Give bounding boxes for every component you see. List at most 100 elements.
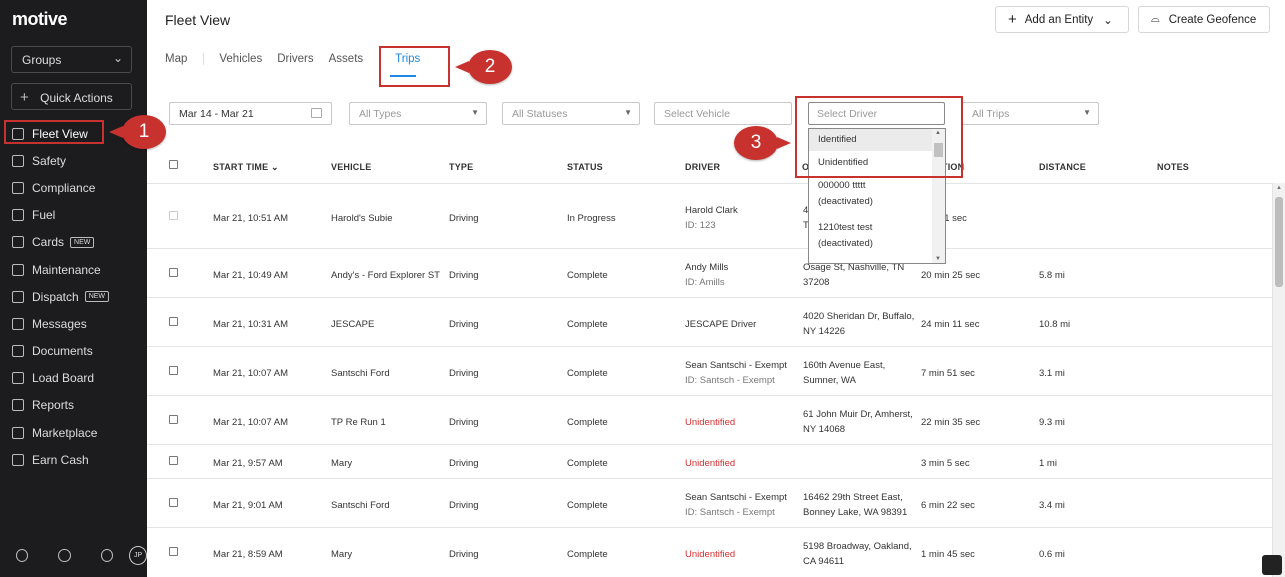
box-icon <box>12 426 24 439</box>
card-icon <box>12 236 24 249</box>
row-checkbox[interactable] <box>169 211 178 220</box>
sidebar-item-messages[interactable]: Messages <box>0 310 147 337</box>
cell-type: Driving <box>449 213 479 224</box>
header-vehicle: VEHICLE <box>331 162 372 172</box>
new-badge: NEW <box>70 236 95 248</box>
cell-distance: 5.8 mi <box>1039 270 1065 281</box>
row-checkbox[interactable] <box>169 498 178 507</box>
statuses-select[interactable]: All Statuses ▼ <box>502 102 640 125</box>
driver-option-sub: (deactivated) <box>818 238 873 249</box>
sidebar-item-dispatch[interactable]: Dispatch NEW <box>0 283 147 310</box>
cell-distance: 3.4 mi <box>1039 500 1065 511</box>
user-settings-icon[interactable] <box>16 549 29 562</box>
table-row[interactable]: Mar 21, 9:57 AM Mary Driving Complete Uniden… <box>147 444 1272 478</box>
bell-icon[interactable] <box>100 549 114 562</box>
groups-select[interactable]: Groups ⌄ <box>11 46 132 73</box>
sidebar-item-reports[interactable]: Reports <box>0 392 147 419</box>
sidebar-item-load-board[interactable]: Load Board <box>0 365 147 392</box>
scrollbar-thumb[interactable] <box>1275 197 1283 287</box>
header-distance: DISTANCE <box>1039 162 1086 172</box>
cell-origin: 5198 Broadway, Oakland, <box>803 541 912 552</box>
caret-down-icon: ▼ <box>624 108 632 117</box>
sidebar-item-earn-cash[interactable]: Earn Cash <box>0 446 147 473</box>
cell-duration: 1 min 45 sec <box>921 549 975 560</box>
sidebar-item-documents[interactable]: Documents <box>0 338 147 365</box>
assistant-widget-icon[interactable] <box>1262 555 1282 575</box>
sidebar-item-label: Dispatch <box>32 289 79 304</box>
cell-start-time: Mar 21, 10:07 AM <box>213 417 288 428</box>
types-select[interactable]: All Types ▼ <box>349 102 487 125</box>
tab-vehicles[interactable]: Vehicles <box>219 53 262 65</box>
statuses-value: All Statuses <box>512 108 568 120</box>
avatar[interactable]: JP <box>129 546 148 565</box>
cell-start-time: Mar 21, 10:07 AM <box>213 368 288 379</box>
select-all-checkbox[interactable] <box>169 160 178 169</box>
sidebar-item-maintenance[interactable]: Maintenance <box>0 256 147 283</box>
tab-assets[interactable]: Assets <box>329 53 364 65</box>
table-scrollbar[interactable]: ▲ <box>1272 183 1285 577</box>
trips-select[interactable]: All Trips ▼ <box>962 102 1099 125</box>
header-status: STATUS <box>567 162 603 172</box>
motive-logo: motive <box>12 9 68 29</box>
callout-3: 3 <box>734 126 791 160</box>
row-checkbox[interactable] <box>169 317 178 326</box>
table-row[interactable]: Mar 21, 8:59 AM Mary Driving Complete Uniden… <box>147 527 1272 577</box>
help-icon[interactable] <box>58 549 71 562</box>
table-row[interactable]: Mar 21, 9:01 AM Santschi Ford Driving Compl… <box>147 478 1272 527</box>
scroll-up-icon[interactable]: ▲ <box>1276 185 1282 191</box>
cell-origin: NY 14226 <box>803 326 846 337</box>
cell-distance: 1 mi <box>1039 458 1057 469</box>
sidebar-item-fuel[interactable]: Fuel <box>0 202 147 229</box>
date-range-value: Mar 14 - Mar 21 <box>179 108 254 120</box>
table-row[interactable]: Mar 21, 10:51 AM Harold's Subie Driving In … <box>147 183 1272 248</box>
cell-distance: 10.8 mi <box>1039 319 1071 330</box>
create-geofence-button[interactable]: ⌓ Create Geofence <box>1138 6 1270 33</box>
fuel-icon <box>12 209 24 222</box>
cell-distance: 3.1 mi <box>1039 368 1065 379</box>
sidebar-item-marketplace[interactable]: Marketplace <box>0 419 147 446</box>
cell-type: Driving <box>449 270 479 281</box>
driver-option-label: 1210test test <box>818 222 873 233</box>
scroll-down-icon[interactable]: ▼ <box>935 256 941 262</box>
truck-icon <box>12 372 24 385</box>
table-row[interactable]: Mar 21, 10:07 AM Santschi Ford Driving Comp… <box>147 346 1272 395</box>
row-checkbox[interactable] <box>169 547 178 556</box>
row-checkbox[interactable] <box>169 415 178 424</box>
file-icon <box>12 345 24 358</box>
cell-driver: Sean Santschi - Exempt <box>685 360 787 371</box>
cell-origin: 37208 <box>803 277 830 288</box>
tab-map[interactable]: Map <box>165 53 205 65</box>
cell-distance: 0.6 mi <box>1039 549 1065 560</box>
table-row[interactable]: Mar 21, 10:31 AM JESCAPE Driving Complete JE… <box>147 297 1272 346</box>
callout-2: 2 <box>455 50 512 84</box>
sidebar-item-cards[interactable]: Cards NEW <box>0 229 147 256</box>
highlight-box-fleet-view <box>4 120 104 144</box>
header-start-time[interactable]: START TIME ⌄ <box>213 162 279 173</box>
add-entity-button[interactable]: + Add an Entity ⌄ <box>995 6 1129 33</box>
sidebar-item-compliance[interactable]: Compliance <box>0 174 147 201</box>
sidebar-footer: JP <box>0 546 148 565</box>
table-row[interactable]: Mar 21, 10:07 AM TP Re Run 1 Driving Comple… <box>147 395 1272 444</box>
date-range-picker[interactable]: Mar 14 - Mar 21 <box>169 102 332 125</box>
quick-actions-button[interactable]: + Quick Actions <box>11 83 132 110</box>
cell-duration: 7 min 51 sec <box>921 368 975 379</box>
row-checkbox[interactable] <box>169 268 178 277</box>
driver-option[interactable]: 000000 ttttt (deactivated) <box>818 180 873 207</box>
driver-option[interactable]: 1210test test (deactivated) <box>818 222 873 249</box>
table-row[interactable]: Mar 21, 10:49 AM Andy's - Ford Explorer S… <box>147 248 1272 297</box>
tab-drivers[interactable]: Drivers <box>277 53 313 65</box>
cell-type: Driving <box>449 417 479 428</box>
header-driver: DRIVER <box>685 162 721 172</box>
row-checkbox[interactable] <box>169 456 178 465</box>
cell-origin: 16462 29th Street East, <box>803 492 903 503</box>
cell-start-time: Mar 21, 9:57 AM <box>213 458 283 469</box>
sidebar-item-safety[interactable]: Safety <box>0 147 147 174</box>
row-checkbox[interactable] <box>169 366 178 375</box>
cell-origin: NY 14068 <box>803 424 846 435</box>
sidebar-item-label: Messages <box>32 316 87 331</box>
vehicle-select[interactable]: Select Vehicle <box>654 102 792 125</box>
create-geofence-label: Create Geofence <box>1168 13 1257 26</box>
cell-driver: JESCAPE Driver <box>685 319 757 330</box>
cell-start-time: Mar 21, 10:49 AM <box>213 270 288 281</box>
trips-value: All Trips <box>972 108 1010 120</box>
